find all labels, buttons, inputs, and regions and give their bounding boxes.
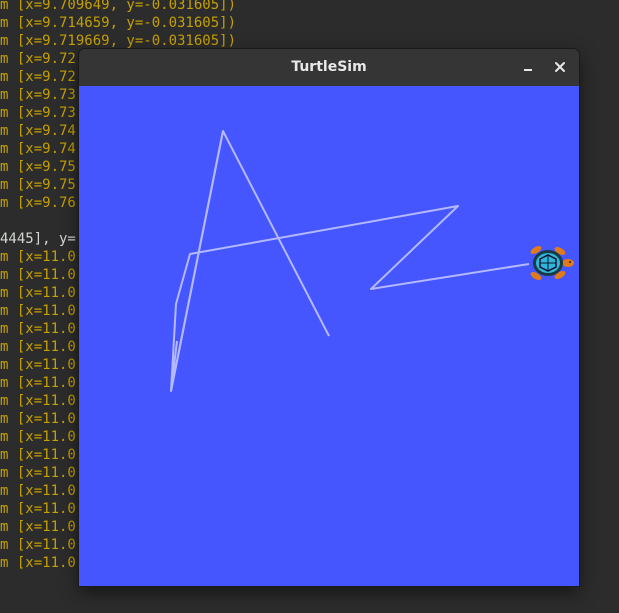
- terminal-line: m [x=11.0: [0, 267, 76, 283]
- terminal-line: m [x=9.72: [0, 51, 76, 67]
- terminal-line: m [x=11.0: [0, 393, 76, 409]
- terminal-line: m [x=11.0: [0, 303, 76, 319]
- terminal-line: m [x=11.0: [0, 357, 76, 373]
- close-button[interactable]: [548, 55, 572, 79]
- terminal-line: m [x=9.714659, y=-0.031605]): [0, 15, 237, 31]
- terminal-line: m [x=9.719669, y=-0.031605]): [0, 33, 237, 49]
- terminal-line: m [x=9.75: [0, 177, 76, 193]
- terminal-line: m [x=9.73: [0, 87, 76, 103]
- terminal-line: m [x=9.74: [0, 123, 76, 139]
- terminal-line: m [x=9.709649, y=-0.031605]): [0, 0, 237, 13]
- terminal-line: m [x=11.0: [0, 465, 76, 481]
- terminal-line: m [x=11.0: [0, 321, 76, 337]
- terminal-line: m [x=11.0: [0, 501, 76, 517]
- terminal-line: m [x=11.0: [0, 483, 76, 499]
- terminal-line: m [x=9.75: [0, 159, 76, 175]
- terminal-line: m [x=11.0: [0, 375, 76, 391]
- terminal-line: m [x=9.74: [0, 141, 76, 157]
- terminal-line: m [x=11.0: [0, 555, 76, 571]
- turtle-pen-trail: [170, 130, 530, 392]
- terminal-line: m [x=11.0: [0, 339, 76, 355]
- terminal-line: 4445], y=: [0, 231, 76, 247]
- terminal-line: m [x=11.0: [0, 429, 76, 445]
- simulation-canvas: [79, 86, 579, 586]
- terminal-line: m [x=9.73: [0, 105, 76, 121]
- close-icon: [555, 62, 565, 72]
- terminal-line: m [x=11.0: [0, 537, 76, 553]
- minimize-icon: [524, 69, 532, 71]
- window-title: TurtleSim: [291, 59, 367, 75]
- terminal-line: m [x=11.0: [0, 285, 76, 301]
- terminal-line: m [x=9.72: [0, 69, 76, 85]
- terminal-line: m [x=11.0: [0, 519, 76, 535]
- turtlesim-window[interactable]: TurtleSim: [79, 49, 579, 586]
- turtle-icon: [530, 246, 574, 280]
- turtle-pen-trail-stroke: [170, 130, 224, 392]
- terminal-line: m [x=11.0: [0, 447, 76, 463]
- terminal-line: m [x=9.76: [0, 195, 76, 211]
- terminal-line: m [x=11.0: [0, 249, 76, 265]
- terminal-line: m [x=11.0: [0, 411, 76, 427]
- title-bar[interactable]: TurtleSim: [79, 49, 579, 87]
- minimize-button[interactable]: [516, 55, 540, 79]
